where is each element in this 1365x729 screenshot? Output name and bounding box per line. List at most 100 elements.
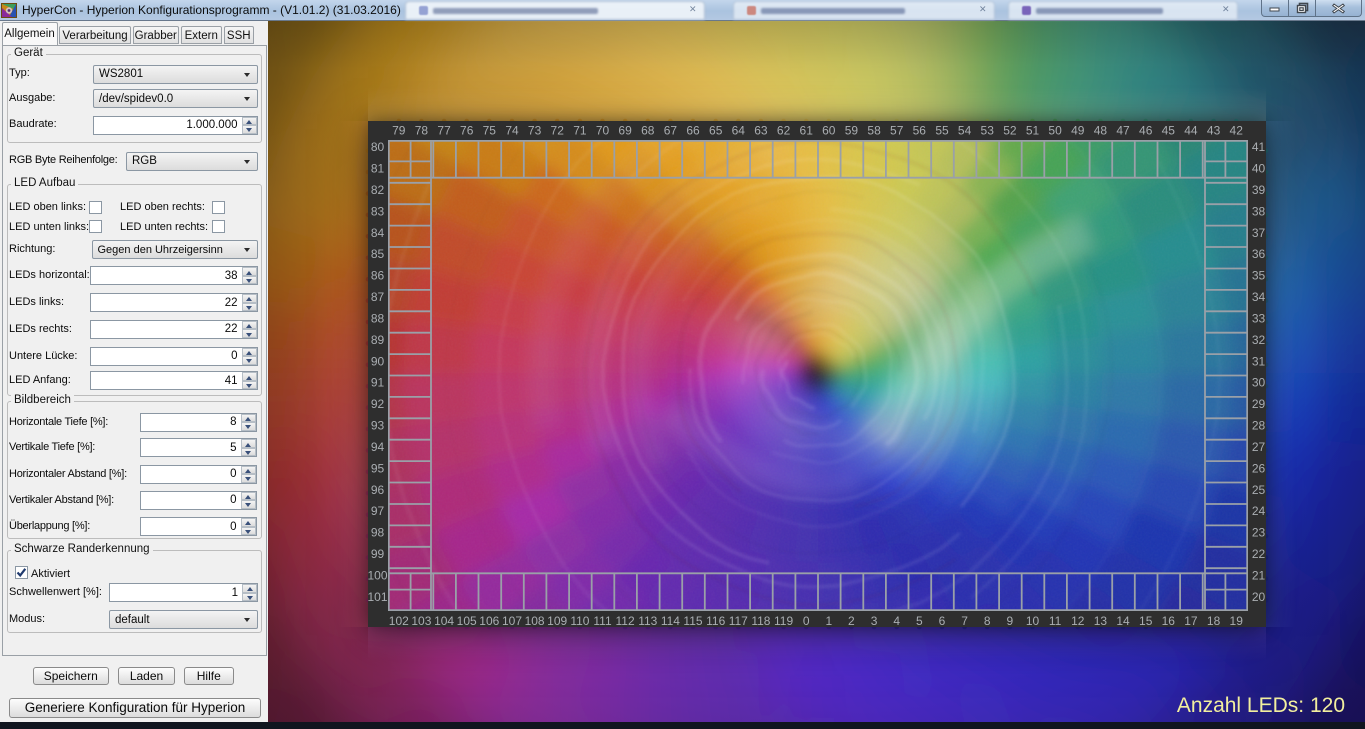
svg-text:85: 85 — [371, 247, 385, 261]
svg-text:102: 102 — [389, 614, 409, 627]
svg-text:33: 33 — [1252, 312, 1266, 326]
svg-text:116: 116 — [706, 614, 725, 627]
svg-text:80: 80 — [371, 140, 385, 154]
svg-text:29: 29 — [1252, 397, 1266, 411]
svg-text:119: 119 — [774, 614, 793, 627]
svg-text:115: 115 — [683, 614, 702, 627]
svg-text:76: 76 — [460, 124, 474, 138]
svg-text:107: 107 — [502, 614, 522, 627]
svg-text:86: 86 — [371, 269, 385, 283]
svg-text:9: 9 — [1007, 614, 1014, 627]
svg-text:56: 56 — [913, 124, 927, 138]
svg-text:35: 35 — [1252, 269, 1266, 283]
svg-text:21: 21 — [1252, 568, 1266, 582]
svg-text:53: 53 — [981, 124, 995, 138]
svg-text:90: 90 — [371, 354, 385, 368]
svg-text:64: 64 — [732, 124, 746, 138]
svg-text:54: 54 — [958, 124, 972, 138]
svg-text:101: 101 — [368, 590, 388, 604]
svg-text:79: 79 — [392, 124, 406, 138]
svg-text:97: 97 — [371, 504, 385, 518]
svg-text:106: 106 — [479, 614, 499, 627]
svg-text:27: 27 — [1252, 440, 1266, 454]
svg-text:32: 32 — [1252, 333, 1266, 347]
svg-text:112: 112 — [616, 614, 635, 627]
svg-text:26: 26 — [1252, 461, 1266, 475]
svg-text:83: 83 — [371, 204, 385, 218]
svg-text:111: 111 — [593, 614, 612, 627]
svg-text:52: 52 — [1003, 124, 1017, 138]
svg-text:38: 38 — [1252, 204, 1266, 218]
svg-text:98: 98 — [371, 526, 385, 540]
svg-text:109: 109 — [547, 614, 567, 627]
svg-text:113: 113 — [638, 614, 657, 627]
svg-text:93: 93 — [371, 419, 385, 433]
svg-text:5: 5 — [916, 614, 923, 627]
svg-text:15: 15 — [1139, 614, 1153, 627]
svg-text:23: 23 — [1252, 526, 1266, 540]
svg-text:105: 105 — [457, 614, 477, 627]
svg-text:118: 118 — [751, 614, 770, 627]
svg-text:11: 11 — [1049, 614, 1062, 627]
svg-text:96: 96 — [371, 483, 385, 497]
svg-text:43: 43 — [1207, 124, 1221, 138]
svg-text:1: 1 — [825, 614, 832, 627]
svg-text:69: 69 — [618, 124, 632, 138]
svg-text:46: 46 — [1139, 124, 1153, 138]
svg-text:6: 6 — [939, 614, 946, 627]
svg-text:104: 104 — [434, 614, 454, 627]
svg-text:50: 50 — [1048, 124, 1062, 138]
svg-text:22: 22 — [1252, 547, 1266, 561]
svg-text:100: 100 — [368, 568, 388, 582]
svg-text:57: 57 — [890, 124, 904, 138]
svg-text:3: 3 — [871, 614, 878, 627]
svg-text:49: 49 — [1071, 124, 1085, 138]
svg-text:73: 73 — [528, 124, 542, 138]
svg-text:78: 78 — [415, 124, 429, 138]
svg-text:65: 65 — [709, 124, 723, 138]
svg-text:103: 103 — [411, 614, 431, 627]
svg-text:0: 0 — [803, 614, 810, 627]
svg-text:40: 40 — [1252, 162, 1266, 176]
svg-text:45: 45 — [1162, 124, 1176, 138]
svg-text:34: 34 — [1252, 290, 1266, 304]
svg-text:47: 47 — [1116, 124, 1130, 138]
svg-text:74: 74 — [505, 124, 519, 138]
svg-text:95: 95 — [371, 461, 385, 475]
svg-text:72: 72 — [551, 124, 565, 138]
svg-text:20: 20 — [1252, 590, 1266, 604]
svg-text:67: 67 — [664, 124, 678, 138]
svg-text:99: 99 — [371, 547, 385, 561]
svg-text:24: 24 — [1252, 504, 1266, 518]
svg-text:2: 2 — [848, 614, 855, 627]
svg-text:114: 114 — [661, 614, 680, 627]
svg-text:91: 91 — [371, 376, 385, 390]
svg-text:89: 89 — [371, 333, 385, 347]
svg-text:36: 36 — [1252, 247, 1266, 261]
svg-text:84: 84 — [371, 226, 385, 240]
svg-text:75: 75 — [483, 124, 497, 138]
svg-text:25: 25 — [1252, 483, 1266, 497]
svg-text:13: 13 — [1094, 614, 1108, 627]
svg-text:17: 17 — [1184, 614, 1198, 627]
svg-text:117: 117 — [729, 614, 748, 627]
svg-text:41: 41 — [1252, 140, 1266, 154]
svg-text:12: 12 — [1071, 614, 1085, 627]
svg-text:16: 16 — [1162, 614, 1176, 627]
svg-text:14: 14 — [1116, 614, 1130, 627]
svg-text:92: 92 — [371, 397, 385, 411]
svg-text:10: 10 — [1026, 614, 1040, 627]
svg-text:60: 60 — [822, 124, 836, 138]
svg-text:66: 66 — [686, 124, 700, 138]
svg-text:108: 108 — [525, 614, 545, 627]
svg-text:51: 51 — [1026, 124, 1040, 138]
svg-text:44: 44 — [1184, 124, 1198, 138]
svg-text:70: 70 — [596, 124, 610, 138]
svg-text:63: 63 — [754, 124, 768, 138]
svg-text:77: 77 — [437, 124, 451, 138]
svg-text:82: 82 — [371, 183, 385, 197]
svg-text:48: 48 — [1094, 124, 1108, 138]
svg-text:19: 19 — [1230, 614, 1244, 627]
svg-text:39: 39 — [1252, 183, 1266, 197]
svg-text:18: 18 — [1207, 614, 1221, 627]
